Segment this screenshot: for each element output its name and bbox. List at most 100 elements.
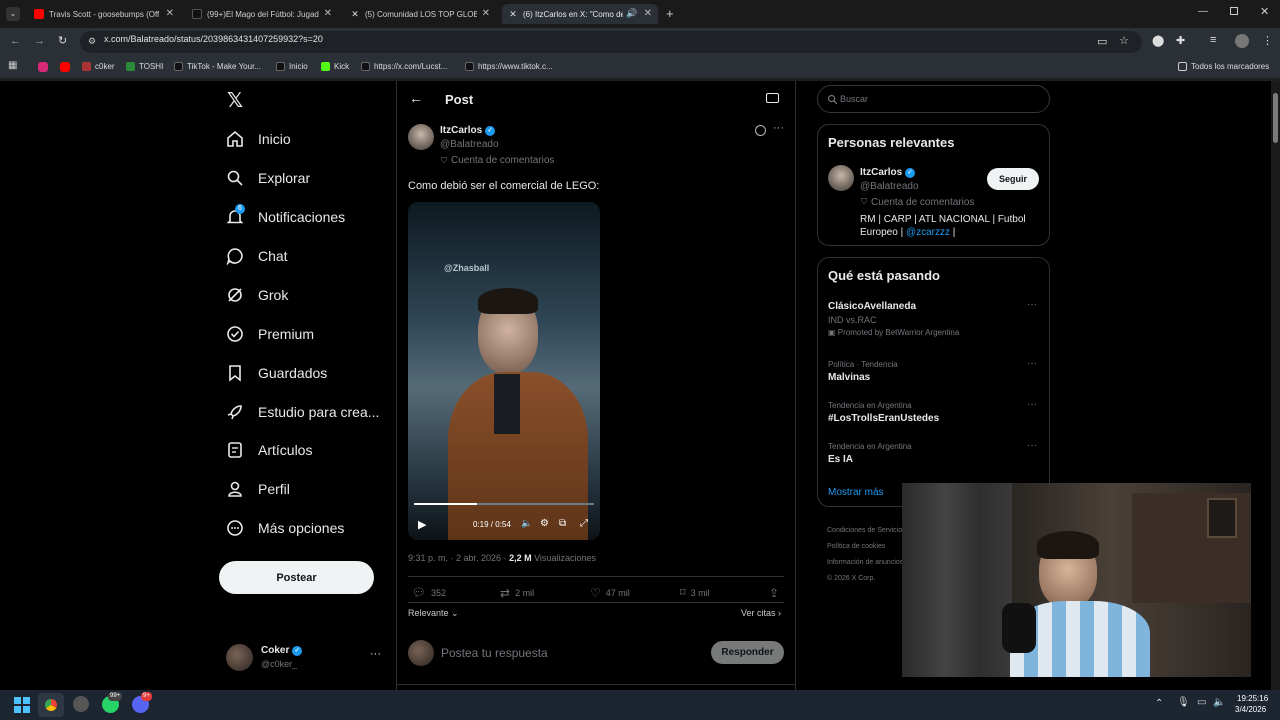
bookmark-item[interactable]: Kick [321, 62, 349, 71]
relevant-name-row[interactable]: ItzCarlos ✓ [860, 167, 916, 178]
nav-grok[interactable]: Grok [226, 283, 288, 307]
close-tab-icon[interactable]: ✕ [482, 8, 490, 19]
close-window-icon[interactable]: ✕ [1260, 5, 1269, 18]
app-icon[interactable] [73, 696, 89, 712]
close-tab-icon[interactable]: ✕ [644, 8, 652, 19]
follow-button[interactable]: Seguir [987, 168, 1039, 190]
whatsapp-icon[interactable]: 99+ [102, 692, 123, 713]
nav-bookmarks[interactable]: Guardados [226, 361, 327, 385]
bookmark-item[interactable]: https://x.com/Lucst... [361, 62, 447, 71]
speaker-icon[interactable]: 🔊 [626, 8, 637, 19]
relevant-handle[interactable]: @Balatreado [860, 181, 919, 192]
nav-creator-studio[interactable]: Estudio para crea... [226, 400, 379, 424]
footer-link[interactable]: Información de anuncios [827, 555, 903, 571]
search-input[interactable]: Buscar [817, 85, 1050, 113]
more-icon[interactable]: ··· [773, 122, 784, 134]
author-handle[interactable]: @Balatreado [440, 139, 499, 150]
account-switcher[interactable]: Coker ✓ @c0ker_ ··· [226, 642, 386, 674]
close-tab-icon[interactable]: ✕ [324, 8, 332, 19]
scrollbar[interactable] [1271, 81, 1280, 690]
back-icon[interactable]: ← [10, 35, 21, 47]
bookmark-button[interactable]: ⌑ 3 mil [680, 586, 710, 599]
settings-icon[interactable]: ⚙ [540, 518, 549, 529]
share-icon[interactable]: ⇪ [769, 586, 779, 600]
clock-time[interactable]: 19:25:16 [1237, 694, 1268, 703]
reply-button[interactable]: 💬︎ 352 [412, 586, 446, 599]
windows-start-icon[interactable] [14, 697, 30, 713]
nav-chat[interactable]: Chat [226, 244, 288, 268]
trend-item[interactable]: Política · Tendencia Malvinas [828, 360, 1038, 383]
reading-list-icon[interactable]: ≡ [1210, 34, 1216, 46]
more-icon[interactable]: ··· [1027, 399, 1037, 410]
more-icon[interactable]: ··· [370, 648, 381, 660]
site-info-icon[interactable]: ⚙ [88, 36, 96, 47]
trend-item[interactable]: Tendencia en Argentina #LosTrollsEranUst… [828, 401, 1038, 424]
browser-tab[interactable]: Travis Scott - goosebumps (Off ✕ [28, 4, 180, 24]
grok-icon[interactable] [755, 125, 766, 136]
pip-icon[interactable]: ⧉ [559, 518, 566, 529]
like-button[interactable]: ♡ 47 mil [590, 586, 630, 600]
nav-explore[interactable]: Explorar [226, 166, 310, 190]
volume-icon[interactable]: 🔈 [1213, 697, 1225, 708]
sort-dropdown[interactable]: Relevante ⌄ [408, 608, 459, 619]
fullscreen-icon[interactable]: ⤢ [580, 518, 588, 529]
discord-icon[interactable]: 9+ [132, 692, 152, 713]
mic-icon[interactable]: 🎙 [1177, 697, 1190, 708]
volume-icon[interactable]: 🔈 [521, 518, 532, 529]
tray-chevron-icon[interactable]: ⌃ [1155, 698, 1163, 709]
browser-tab[interactable]: ✕ (5) Comunidad LOS TOP GLOBA ✕ [344, 4, 496, 24]
network-icon[interactable]: ▭ [1197, 697, 1206, 708]
x-logo-icon[interactable]: 𝕏 [227, 88, 243, 113]
bookmark-item[interactable]: c0ker [82, 62, 115, 71]
reload-icon[interactable]: ↻ [58, 34, 67, 47]
bookmark-item[interactable]: https://www.tiktok.c... [465, 62, 553, 71]
avatar[interactable] [828, 165, 854, 191]
view-quotes-link[interactable]: Ver citas › [741, 608, 781, 618]
footer-link[interactable]: Política de cookies [827, 539, 903, 555]
video-player[interactable]: @Zhasball ▶ 0:19 / 0:54 🔈 ⚙ ⧉ ⤢ [408, 202, 600, 540]
nav-home[interactable]: Inicio [226, 127, 291, 151]
bookmark-star-icon[interactable]: ☆ [1119, 34, 1129, 47]
more-icon[interactable]: ··· [1027, 440, 1037, 451]
nav-more[interactable]: Más opciones [226, 516, 344, 540]
scrollbar-thumb[interactable] [1273, 93, 1278, 143]
new-tab-button[interactable]: + [666, 6, 674, 21]
post-button[interactable]: Postear [219, 561, 374, 594]
nav-notifications[interactable]: 6 Notificaciones [226, 204, 345, 229]
browser-tab[interactable]: (99+)El Mago del Fútbol: Jugad ✕ [186, 4, 338, 24]
close-tab-icon[interactable]: ✕ [166, 8, 174, 19]
more-icon[interactable]: ··· [1027, 358, 1037, 369]
avatar[interactable] [408, 124, 434, 150]
bookmark-item[interactable]: TikTok - Make Your... [174, 62, 261, 71]
author-name-row[interactable]: ItzCarlos ✓ [440, 125, 496, 136]
nav-articles[interactable]: Artículos [226, 438, 312, 462]
show-more-link[interactable]: Mostrar más [828, 487, 884, 498]
browser-tab-active[interactable]: ✕ (6) ItzCarlos en X: "Como de 🔊 ✕ [502, 4, 658, 24]
video-progress-track[interactable] [414, 503, 594, 505]
repost-button[interactable]: ⇄ 2 mil [500, 586, 534, 600]
tab-list-button[interactable]: ⌄ [6, 7, 20, 21]
instagram-icon[interactable] [38, 62, 48, 72]
puzzle-icon[interactable]: ✚ [1176, 34, 1185, 47]
restore-icon[interactable] [1230, 7, 1238, 15]
apps-icon[interactable]: ▦ [8, 60, 17, 71]
reply-input[interactable]: Postea tu respuesta [441, 646, 548, 660]
forward-icon[interactable]: → [34, 35, 45, 47]
profile-avatar[interactable] [1235, 34, 1249, 48]
play-icon[interactable]: ▶ [418, 518, 426, 531]
bio-link[interactable]: @zcarzzz [906, 227, 950, 238]
menu-icon[interactable]: ⋮ [1262, 34, 1273, 47]
back-arrow-icon[interactable]: ← [409, 90, 423, 106]
trend-item[interactable]: ClásicoAvellaneda IND vs.RAC ▣ Promoted … [828, 301, 1038, 337]
reply-submit-button[interactable]: Responder [711, 641, 784, 664]
all-bookmarks[interactable]: Todos los marcadores [1178, 62, 1269, 71]
chrome-taskbar-icon[interactable] [38, 693, 64, 717]
nav-premium[interactable]: Premium [226, 322, 314, 346]
bookmark-item[interactable]: TOSHI [126, 62, 163, 71]
extension-icon[interactable]: ⬤ [1152, 34, 1164, 47]
nav-profile[interactable]: Perfil [226, 477, 290, 501]
youtube-icon[interactable] [60, 62, 70, 72]
minimize-icon[interactable]: — [1198, 6, 1208, 17]
trend-item[interactable]: Tendencia en Argentina Es IA [828, 442, 1038, 465]
more-icon[interactable]: ··· [1027, 299, 1037, 310]
